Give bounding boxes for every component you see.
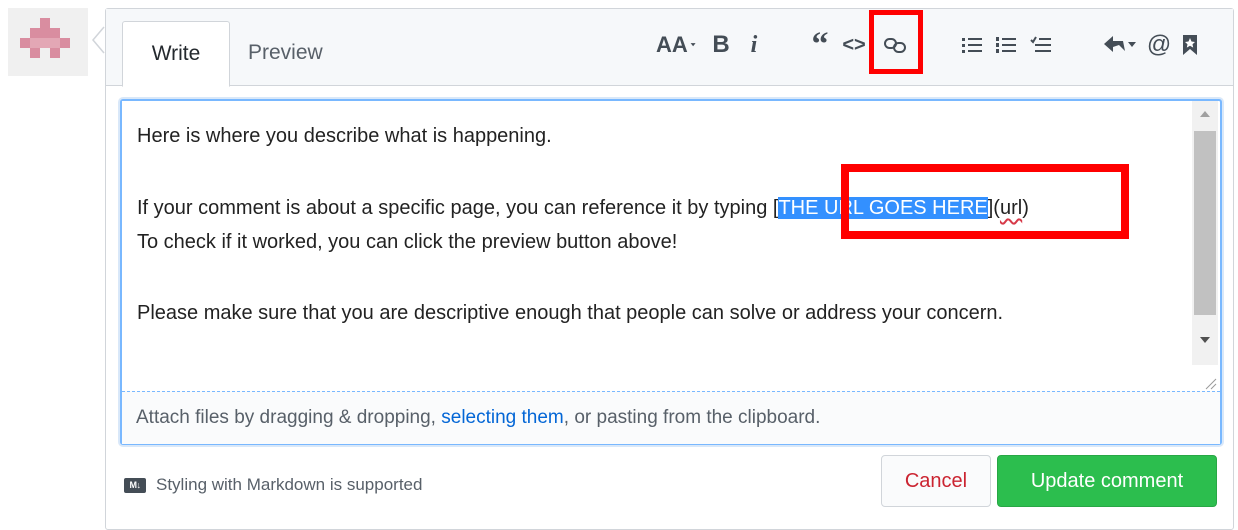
- tab-write[interactable]: Write: [122, 21, 230, 87]
- chevron-down-icon: [690, 43, 696, 47]
- scroll-thumb[interactable]: [1194, 131, 1216, 315]
- comment-header: Write Preview AA B i “ <> @: [106, 9, 1233, 87]
- markdown-icon: M↓: [124, 477, 146, 493]
- unordered-list-button[interactable]: [958, 23, 986, 67]
- quote-button[interactable]: “: [806, 23, 834, 67]
- editor-line: Here is where you describe what is happe…: [137, 125, 552, 147]
- triangle-down-icon: [1200, 337, 1210, 343]
- comment-editor: Here is where you describe what is happe…: [120, 99, 1222, 445]
- markdown-note-text[interactable]: Styling with Markdown is supported: [156, 475, 422, 495]
- scroll-down-arrow[interactable]: [1192, 327, 1218, 353]
- identicon-icon: [20, 18, 70, 58]
- url-highlight: [841, 164, 1129, 239]
- ordered-list-button[interactable]: [992, 23, 1020, 67]
- file-attachment-bar[interactable]: Attach files by dragging & dropping, sel…: [122, 391, 1220, 444]
- editor-text: If your comment is about a specific page…: [137, 197, 779, 219]
- bold-button[interactable]: B: [709, 23, 733, 67]
- editor-line: Please make sure that you are descriptiv…: [137, 302, 1004, 324]
- attach-text: , or pasting from the clipboard.: [563, 407, 821, 428]
- resize-handle[interactable]: [1192, 365, 1218, 391]
- mention-button[interactable]: @: [1146, 23, 1172, 67]
- code-button[interactable]: <>: [839, 23, 869, 67]
- select-files-link[interactable]: selecting them: [441, 407, 564, 428]
- reply-button[interactable]: [1102, 23, 1138, 67]
- mention-icon: @: [1146, 31, 1172, 58]
- task-list-button[interactable]: [1027, 23, 1055, 67]
- resize-grip-icon: [1205, 378, 1217, 390]
- comment-form: Write Preview AA B i “ <> @ Here is wher…: [105, 8, 1234, 530]
- unordered-list-icon: [962, 38, 982, 53]
- tab-preview[interactable]: Preview: [248, 21, 323, 85]
- heading-button[interactable]: AA: [656, 23, 696, 67]
- cancel-button[interactable]: Cancel: [881, 455, 991, 507]
- ordered-list-icon: [996, 37, 1016, 53]
- comment-textarea[interactable]: Here is where you describe what is happe…: [122, 101, 1192, 391]
- markdown-note: M↓ Styling with Markdown is supported: [124, 475, 422, 495]
- scroll-up-arrow[interactable]: [1192, 101, 1218, 127]
- saved-replies-button[interactable]: [1178, 23, 1202, 67]
- avatar[interactable]: [8, 8, 88, 76]
- speech-caret-icon: [92, 26, 105, 54]
- editor-line: To check if it worked, you can click the…: [137, 231, 678, 253]
- italic-button[interactable]: i: [742, 23, 766, 67]
- triangle-up-icon: [1200, 111, 1210, 117]
- heading-label: AA: [656, 32, 688, 57]
- link-button-highlight: [869, 10, 923, 74]
- scrollbar[interactable]: [1192, 101, 1218, 391]
- update-comment-button[interactable]: Update comment: [997, 455, 1217, 507]
- attach-text: Attach files by dragging & dropping,: [136, 407, 442, 428]
- bookmark-icon: [1183, 35, 1197, 55]
- reply-icon: [1104, 36, 1136, 52]
- task-list-icon: [1030, 36, 1051, 52]
